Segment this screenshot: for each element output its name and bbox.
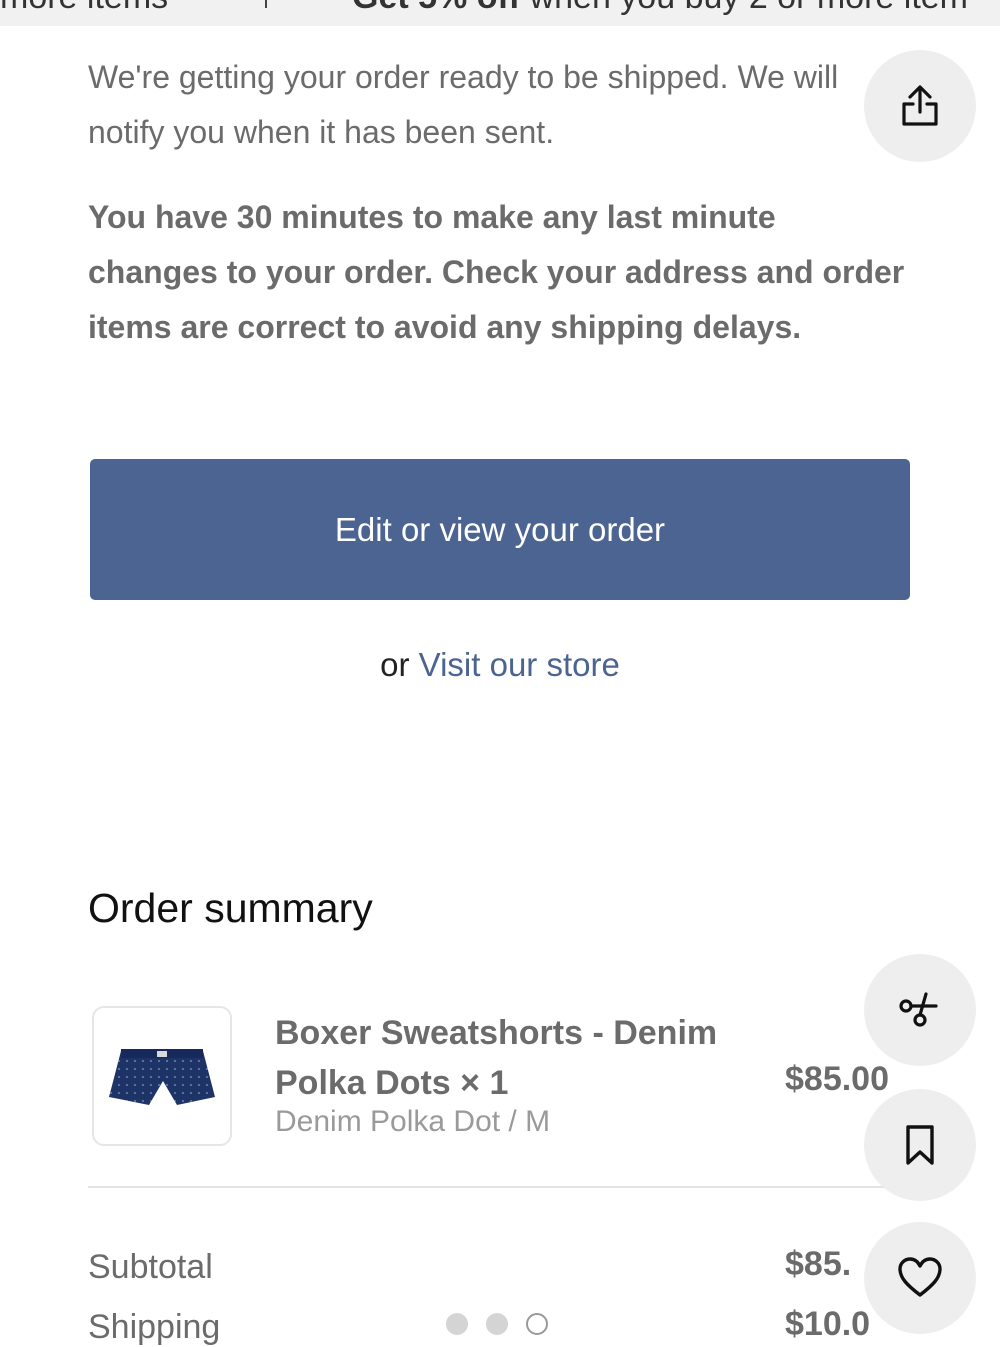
- order-summary-title: Order summary: [88, 885, 373, 931]
- share-button[interactable]: [864, 50, 976, 162]
- order-edit-window-warning: You have 30 minutes to make any last min…: [88, 199, 905, 345]
- page-indicator: [446, 1313, 548, 1335]
- page-dot[interactable]: [446, 1313, 468, 1335]
- summary-divider: [88, 1186, 910, 1188]
- favorite-button[interactable]: [864, 1222, 976, 1334]
- heart-icon: [898, 1257, 942, 1297]
- promo-right-text: Get 5% off when you buy 2 or more item: [352, 0, 968, 17]
- product-variant: Denim Polka Dot / M: [275, 1105, 551, 1138]
- subtotal-value: $85.: [785, 1245, 852, 1283]
- promo-discount: Get 5% off: [352, 0, 520, 16]
- product-price: $85.00: [785, 1060, 889, 1098]
- bookmark-button[interactable]: [864, 1089, 976, 1201]
- or-text: or: [380, 646, 410, 683]
- product-name: Boxer Sweatshorts - Denim Polka Dots × 1: [275, 1014, 718, 1102]
- order-status-message: We're getting your order ready to be shi…: [88, 59, 839, 150]
- promo-divider: [265, 0, 267, 8]
- clip-button[interactable]: [864, 954, 976, 1066]
- promo-left-text: more items: [0, 0, 168, 17]
- subtotal-label: Subtotal: [88, 1248, 213, 1286]
- shipping-label: Shipping: [88, 1308, 221, 1346]
- denim-polka-dot-shorts-image: [109, 1049, 215, 1105]
- product-thumbnail[interactable]: [92, 1006, 232, 1146]
- bookmark-icon: [906, 1125, 934, 1165]
- page-dot[interactable]: [486, 1313, 508, 1335]
- share-icon: [902, 85, 938, 126]
- page-dot-current[interactable]: [526, 1313, 548, 1335]
- edit-order-button[interactable]: Edit or view your order: [90, 459, 910, 600]
- shipping-value: $10.0: [785, 1305, 871, 1343]
- promo-banner: more items Get 5% off when you buy 2 or …: [0, 0, 1000, 26]
- promo-condition: when you buy 2 or more item: [520, 0, 968, 16]
- scissors-icon: [899, 992, 938, 1027]
- store-link-line: or Visit our store: [0, 646, 1000, 684]
- visit-store-link[interactable]: Visit our store: [419, 646, 620, 683]
